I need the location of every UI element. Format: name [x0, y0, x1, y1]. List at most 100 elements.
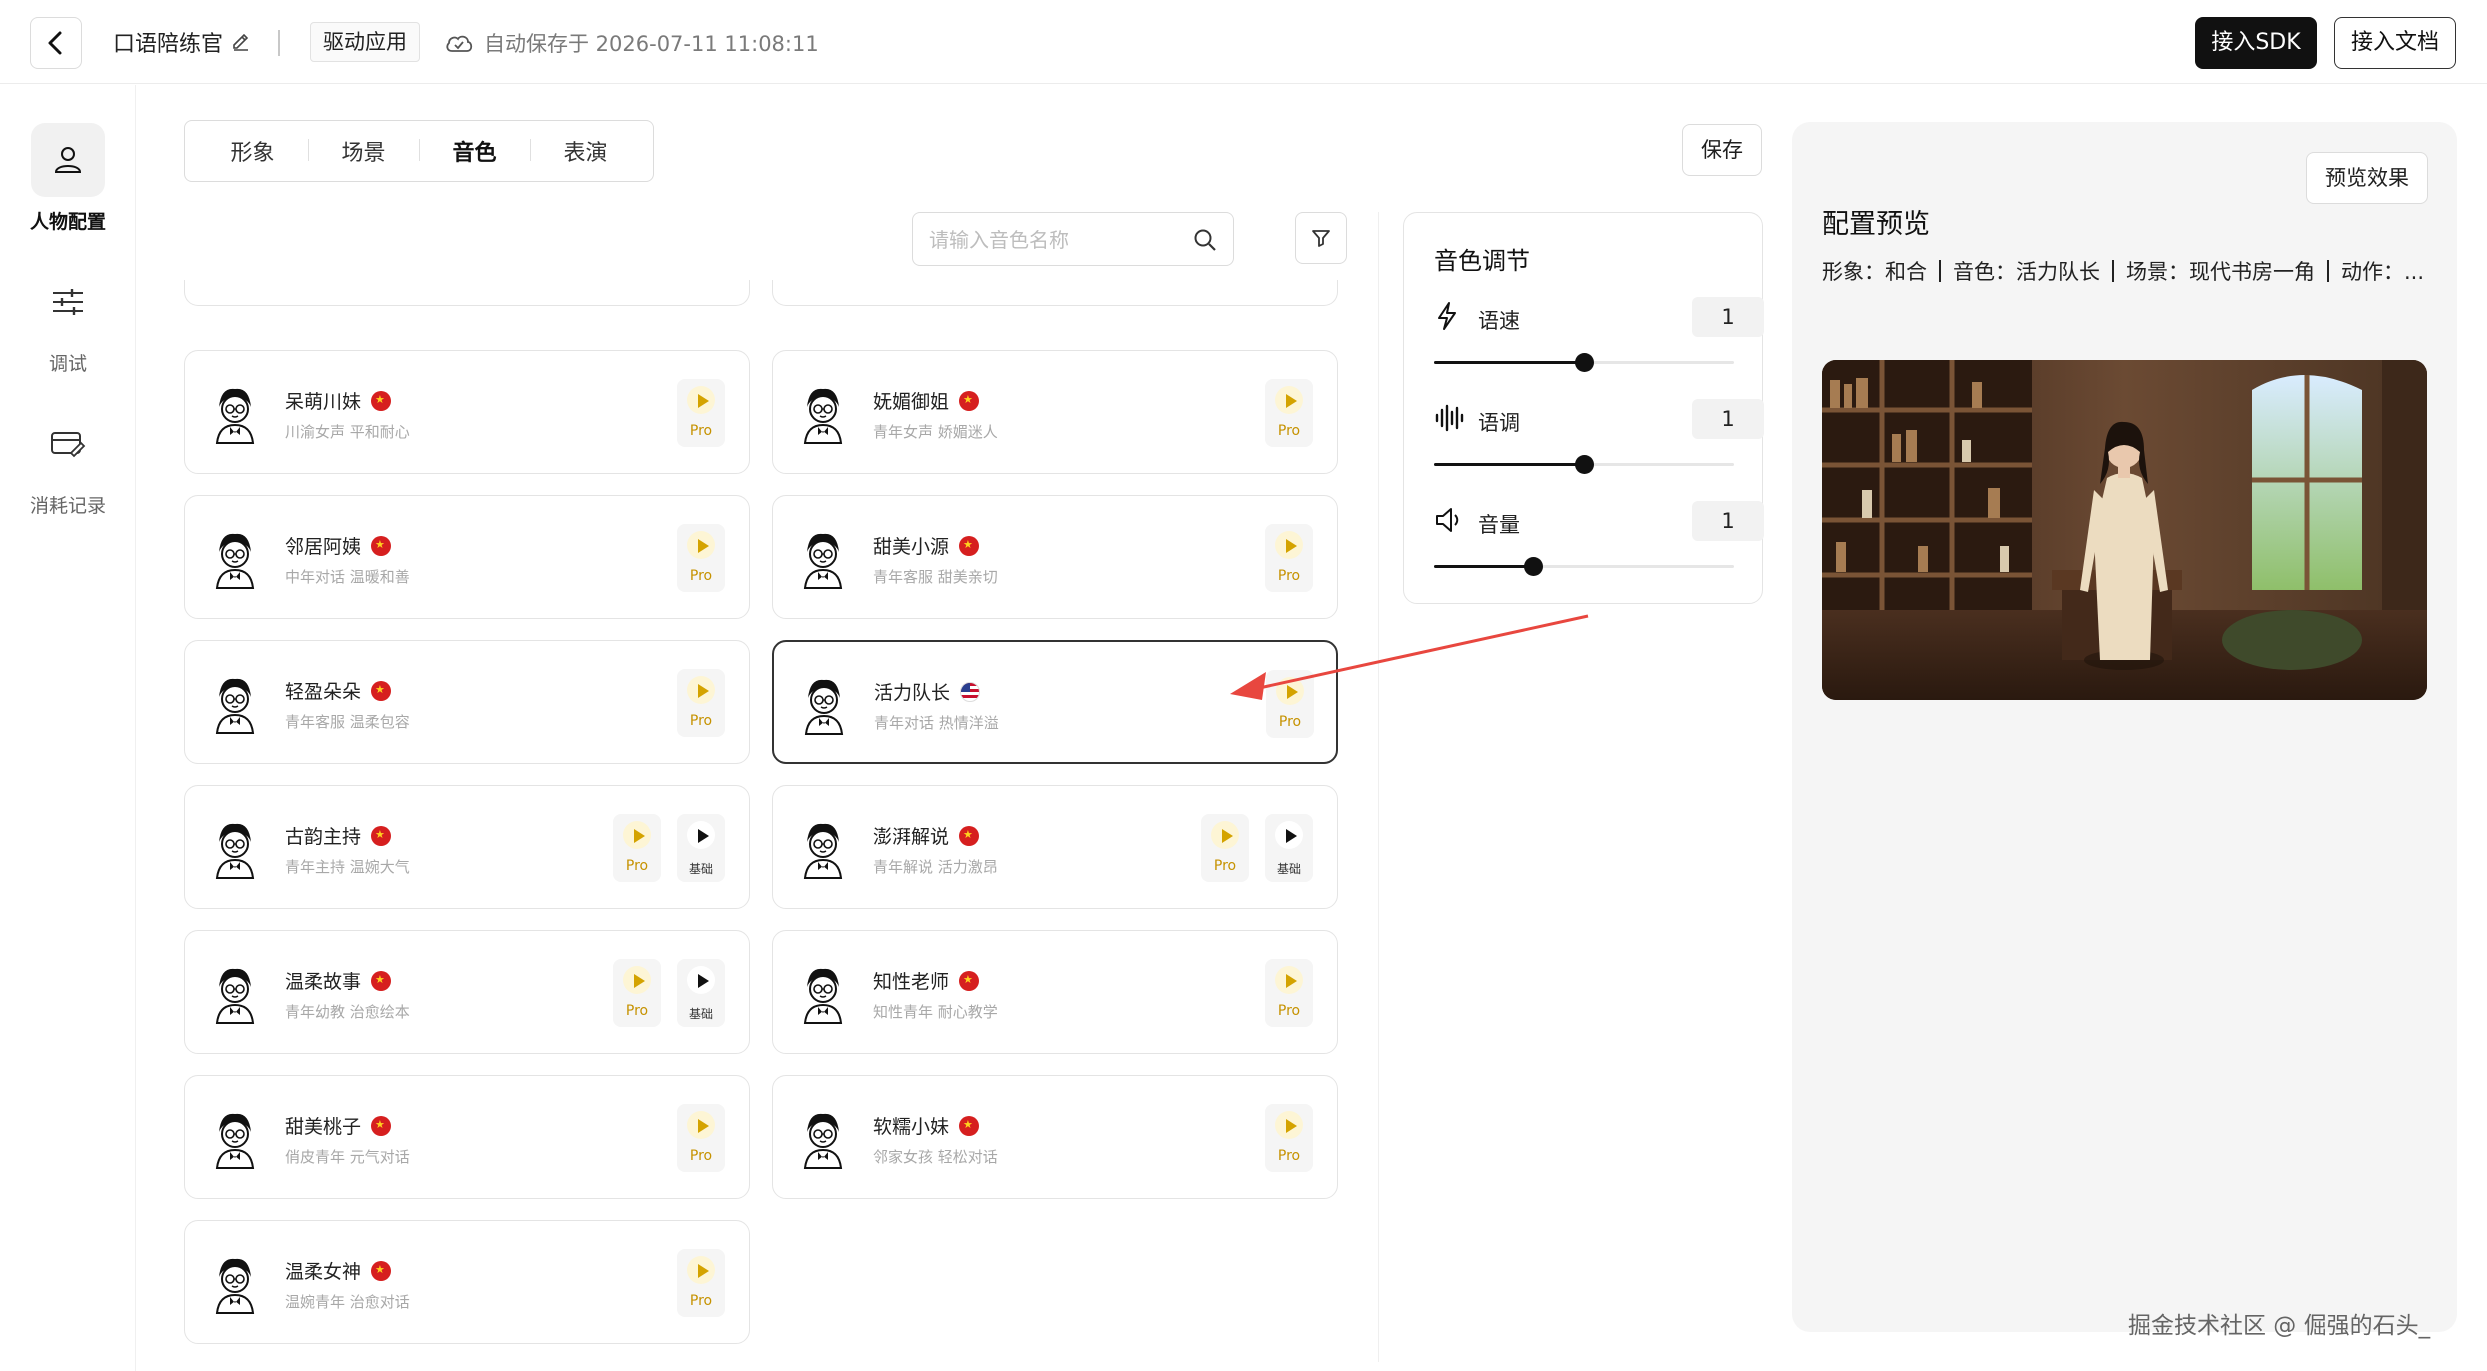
play-pro-button[interactable]: Pro: [1265, 1104, 1313, 1172]
play-icon: [1285, 974, 1297, 988]
tone-value-input[interactable]: 1: [1692, 501, 1764, 541]
search-icon[interactable]: [1193, 228, 1217, 252]
play-icon: [697, 1264, 709, 1278]
voice-search-input[interactable]: [929, 225, 1189, 255]
slider-knob[interactable]: [1524, 557, 1543, 576]
cn-flag-icon: [959, 390, 980, 411]
nav-item-usage-records[interactable]: 消耗记录: [0, 407, 136, 518]
nav-label: 消耗记录: [29, 495, 106, 517]
pro-label: Pro: [1277, 423, 1301, 439]
back-button[interactable]: [30, 17, 82, 69]
pro-label: Pro: [1213, 858, 1237, 874]
voice-card[interactable]: 古韵主持青年主持 温婉大气 Pro 基础: [184, 785, 750, 909]
voice-card[interactable]: 知性老师知性青年 耐心教学 Pro: [772, 930, 1338, 1054]
voice-card[interactable]: 甜美小源青年客服 甜美亲切 Pro: [772, 495, 1338, 619]
voice-card[interactable]: 温柔女神温婉青年 治愈对话 Pro: [184, 1220, 750, 1344]
tab-voice[interactable]: 音色: [419, 135, 530, 167]
play-pro-button[interactable]: Pro: [1265, 524, 1313, 592]
voice-name: 温柔故事: [285, 971, 362, 993]
pro-label: Pro: [689, 1293, 713, 1309]
preview-effect-button[interactable]: 预览效果: [2306, 152, 2428, 204]
play-pro-button[interactable]: Pro: [677, 379, 725, 447]
tone-value-input[interactable]: 1: [1692, 297, 1764, 337]
play-pro-button[interactable]: Pro: [677, 524, 725, 592]
voice-description: 温婉青年 治愈对话: [285, 1293, 410, 1311]
us-flag-icon: [960, 681, 981, 702]
voice-card[interactable]: 轻盈朵朵青年客服 温柔包容 Pro: [184, 640, 750, 764]
cloud-check-icon: [446, 35, 473, 52]
voice-name: 软糯小妹: [873, 1116, 950, 1138]
voice-card[interactable]: 软糯小妹邻家女孩 轻松对话 Pro: [772, 1075, 1338, 1199]
play-pro-button[interactable]: Pro: [677, 669, 725, 737]
play-basic-button[interactable]: 基础: [1265, 814, 1313, 882]
volume-slider[interactable]: [1434, 557, 1734, 576]
voice-card[interactable]: 妩媚御姐青年女声 娇媚迷人 Pro: [772, 350, 1338, 474]
config-tabs: 形象 场景 音色 表演: [184, 120, 654, 182]
voice-description: 青年幼教 治愈绘本: [285, 1003, 410, 1021]
play-pro-button[interactable]: Pro: [1201, 814, 1249, 882]
tab-appearance[interactable]: 形象: [197, 135, 308, 167]
voice-avatar: [207, 1110, 263, 1170]
save-button[interactable]: 保存: [1682, 124, 1762, 176]
tone-adjust-panel: 音色调节 语速 1 语调 1 音量 1: [1403, 212, 1764, 604]
pro-label: Pro: [689, 568, 713, 584]
pro-label: Pro: [1278, 714, 1302, 730]
voice-name: 知性老师: [873, 971, 950, 993]
voice-card[interactable]: 温柔故事青年幼教 治愈绘本 Pro 基础: [184, 930, 750, 1054]
filter-button[interactable]: [1295, 212, 1347, 264]
play-pro-button[interactable]: Pro: [613, 959, 661, 1027]
tab-performance[interactable]: 表演: [530, 135, 641, 167]
voice-avatar: [207, 820, 263, 880]
person-icon: [54, 147, 82, 173]
slider-knob[interactable]: [1575, 353, 1594, 372]
edit-pencil-icon[interactable]: [231, 32, 251, 52]
cn-flag-icon: [371, 1260, 392, 1281]
play-icon: [633, 829, 645, 843]
cn-flag-icon: [371, 390, 392, 411]
chevron-left-icon: [48, 31, 62, 55]
sdk-button[interactable]: 接入SDK: [2195, 17, 2317, 69]
voice-card-partial: [772, 280, 1338, 306]
voice-card[interactable]: 邻居阿姨中年对话 温暖和善 Pro: [184, 495, 750, 619]
pro-label: Pro: [689, 713, 713, 729]
voice-card[interactable]: 甜美桃子俏皮青年 元气对话 Pro: [184, 1075, 750, 1199]
voice-name: 轻盈朵朵: [285, 681, 362, 703]
speed-slider[interactable]: [1434, 353, 1734, 372]
doc-button[interactable]: 接入文档: [2334, 17, 2456, 69]
slider-knob[interactable]: [1575, 455, 1594, 474]
summary-appearance: 形象：和合: [1822, 260, 1927, 284]
nav-item-character-config[interactable]: 人物配置: [0, 123, 136, 234]
play-pro-button[interactable]: Pro: [1265, 379, 1313, 447]
app-title[interactable]: 口语陪练官: [113, 26, 251, 58]
voice-card[interactable]: 澎湃解说青年解说 活力激昂 Pro 基础: [772, 785, 1338, 909]
voice-description: 青年女声 娇媚迷人: [873, 423, 998, 441]
voice-name: 邻居阿姨: [285, 536, 362, 558]
pitch-slider[interactable]: [1434, 455, 1734, 474]
voice-name: 甜美小源: [873, 536, 950, 558]
play-basic-button[interactable]: 基础: [677, 959, 725, 1027]
drive-app-tag: 驱动应用: [310, 22, 420, 62]
play-icon: [633, 974, 645, 988]
voice-description: 中年对话 温暖和善: [285, 568, 410, 586]
annotation-arrow-icon: [1230, 614, 1589, 700]
voice-card[interactable]: 呆萌川妹川渝女声 平和耐心 Pro: [184, 350, 750, 474]
voice-avatar: [795, 385, 851, 445]
voice-avatar: [795, 530, 851, 590]
play-icon: [1286, 685, 1298, 699]
voice-description: 川渝女声 平和耐心: [285, 423, 410, 441]
play-icon: [1285, 829, 1297, 843]
play-pro-button[interactable]: Pro: [677, 1104, 725, 1172]
tone-value-input[interactable]: 1: [1692, 399, 1764, 439]
play-icon: [697, 829, 709, 843]
tab-scene[interactable]: 场景: [308, 135, 419, 167]
play-pro-button[interactable]: Pro: [613, 814, 661, 882]
play-basic-button[interactable]: 基础: [677, 814, 725, 882]
play-pro-button[interactable]: Pro: [1265, 959, 1313, 1027]
voice-avatar: [795, 965, 851, 1025]
pro-label: Pro: [1277, 1148, 1301, 1164]
play-pro-button[interactable]: Pro: [677, 1249, 725, 1317]
top-bar: 口语陪练官 驱动应用 自动保存于 2026-07-11 11:08:11 接入S…: [0, 0, 2487, 84]
voice-name: 澎湃解说: [873, 826, 950, 848]
nav-item-debug[interactable]: 调试: [0, 265, 136, 376]
basic-label: 基础: [688, 1007, 713, 1021]
